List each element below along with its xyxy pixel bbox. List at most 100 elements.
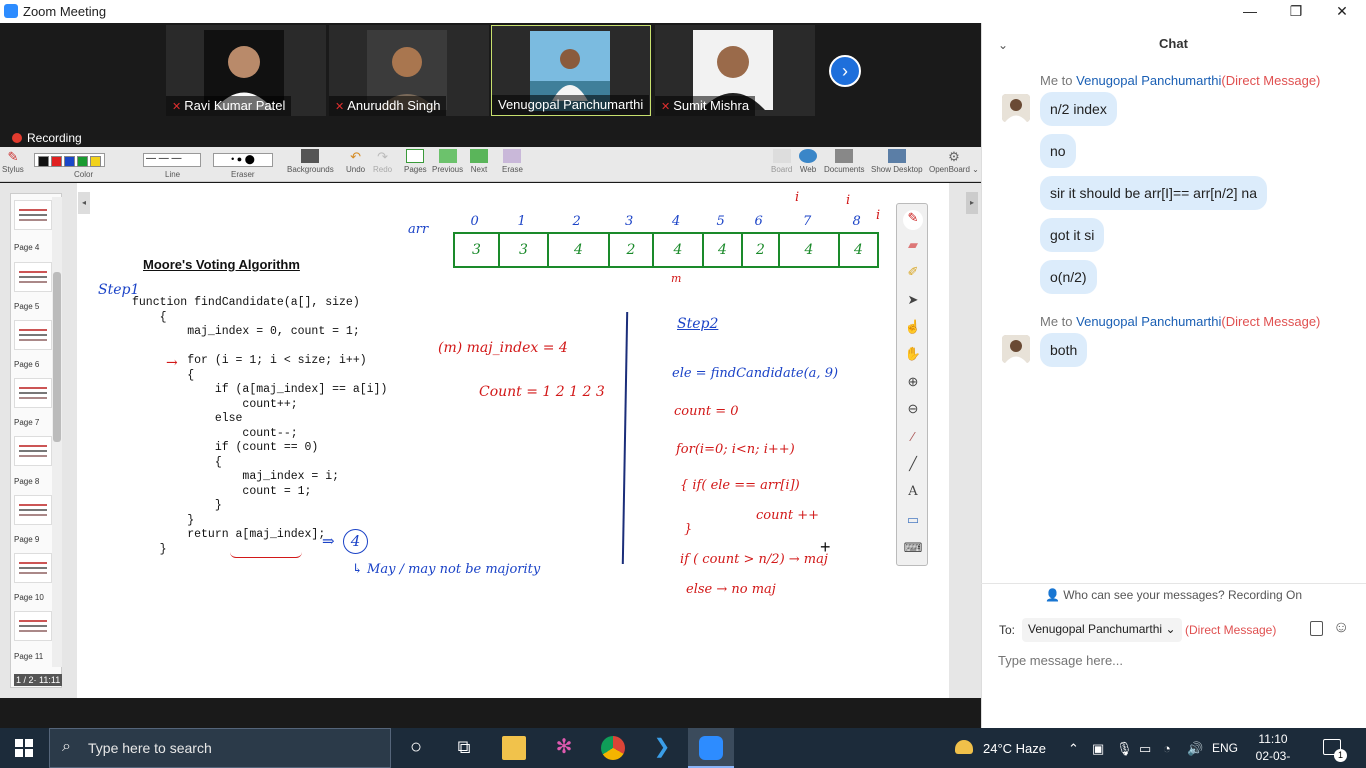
weather-text[interactable]: 24°C Haze <box>983 741 1046 756</box>
chat-message[interactable]: n/2 index <box>1040 92 1117 126</box>
clock[interactable]: 11:1002-03-2022 <box>1243 731 1303 768</box>
collapse-tools-handle[interactable]: ▸ <box>966 192 978 214</box>
page-thumbnail[interactable] <box>14 378 52 408</box>
wifi-icon[interactable]: ◔ <box>1163 741 1171 756</box>
page-thumbnail[interactable] <box>14 320 52 350</box>
participant-tile-active[interactable]: Venugopal Panchumarthi <box>491 25 651 116</box>
chat-message[interactable]: both <box>1040 333 1088 367</box>
task-view-icon[interactable]: ⧉ <box>452 736 476 760</box>
chrome-icon[interactable] <box>601 736 625 760</box>
highlighter-tool-icon[interactable]: ✐ <box>903 264 923 284</box>
next-page-button[interactable]: Next <box>470 149 488 174</box>
chat-message[interactable]: got it si <box>1040 218 1105 252</box>
battery-icon[interactable]: ▭ <box>1139 741 1151 757</box>
pen-tool-icon[interactable]: ✎ <box>903 210 923 230</box>
web-button[interactable]: Web <box>799 149 817 174</box>
previous-page-button[interactable]: Previous <box>432 149 463 174</box>
vscode-icon[interactable]: ❯ <box>650 736 674 760</box>
close-button[interactable]: ✕ <box>1319 0 1365 23</box>
color-swatch-black[interactable] <box>38 156 49 167</box>
color-swatch-yellow[interactable] <box>90 156 101 167</box>
hand-tool-icon[interactable]: ✋ <box>903 346 923 366</box>
pages-button[interactable]: Pages <box>404 149 427 174</box>
who-can-see-link[interactable]: 👤 Who can see your messages? Recording O… <box>981 583 1366 605</box>
volume-icon[interactable]: 🔊 <box>1187 741 1203 757</box>
capture-tool-icon[interactable]: ▭ <box>903 512 923 532</box>
chat-message-input[interactable] <box>998 650 1338 670</box>
page-thumbnail[interactable] <box>14 200 52 230</box>
webcam-icon[interactable]: ▣ <box>1092 741 1104 757</box>
zoom-taskbar-button[interactable] <box>688 728 734 768</box>
pages-scrollbar-thumb[interactable] <box>53 272 61 442</box>
chat-message[interactable]: no <box>1040 134 1076 168</box>
code-line: count = 1; <box>132 484 312 498</box>
page-label: Page 4 <box>14 243 40 252</box>
participant-tile[interactable]: ✕ Ravi Kumar Patel <box>166 25 326 116</box>
laser-pointer-icon[interactable]: ⁄ <box>903 429 923 449</box>
array-index-label: 1 <box>517 214 526 229</box>
color-palette[interactable] <box>34 153 105 167</box>
array-cell: 2 <box>741 232 780 268</box>
zoom-app-icon <box>699 736 723 760</box>
slack-icon[interactable]: ✻ <box>552 736 576 760</box>
board-button[interactable]: Board <box>771 149 792 174</box>
text-tool-icon[interactable]: A <box>903 484 923 504</box>
search-icon: ⌕ <box>62 738 71 755</box>
page-thumbnail[interactable] <box>14 553 52 583</box>
page-thumbnail[interactable] <box>14 262 52 292</box>
chat-message[interactable]: o(n/2) <box>1040 260 1097 294</box>
eraser-tool-icon[interactable]: ▰ <box>903 237 923 257</box>
minimize-button[interactable]: — <box>1227 0 1273 23</box>
recording-indicator[interactable]: Recording <box>12 131 82 145</box>
undo-button[interactable]: ↶ Undo <box>346 149 365 174</box>
maj-index-note: (m) maj_index = 4 <box>438 340 568 356</box>
stylus-tool[interactable]: ✎ Stylus <box>2 149 24 174</box>
zoom-out-icon[interactable]: ⊖ <box>903 401 923 421</box>
openboard-menu[interactable]: ⚙ OpenBoard ⌄ <box>929 149 979 174</box>
keyboard-icon[interactable]: ⌨ <box>903 540 923 560</box>
next-gallery-page-button[interactable]: › <box>829 55 861 87</box>
backgrounds-button[interactable]: Backgrounds <box>287 149 334 174</box>
taskbar-search-box[interactable]: ⌕ Type here to search <box>49 728 391 768</box>
recipient-dropdown[interactable]: Venugopal Panchumarthi ⌄ <box>1022 618 1182 642</box>
emoji-icon[interactable]: ☺ <box>1333 619 1349 637</box>
page-thumbnail[interactable] <box>14 611 52 641</box>
tray-chevron-icon[interactable]: ⌃ <box>1068 741 1079 757</box>
page-thumbnail[interactable] <box>14 495 52 525</box>
maximize-button[interactable]: ❐ <box>1273 0 1319 23</box>
file-explorer-icon[interactable] <box>502 736 526 760</box>
cortana-icon[interactable]: ○ <box>404 736 428 760</box>
recipient-link[interactable]: Venugopal Panchumarthi <box>1076 73 1221 88</box>
line-width-options[interactable]: — — — <box>143 153 201 167</box>
eraser-size-options[interactable]: • ● ⬤ <box>213 153 273 167</box>
previous-icon <box>438 149 457 163</box>
color-swatch-blue[interactable] <box>64 156 75 167</box>
line-label: Line <box>165 170 181 179</box>
language-indicator[interactable]: ENG <box>1212 741 1238 755</box>
color-swatch-green[interactable] <box>77 156 88 167</box>
arrow-icon: → <box>166 355 178 371</box>
erase-button[interactable]: Erase <box>502 149 523 174</box>
zoom-in-icon[interactable]: ⊕ <box>903 374 923 394</box>
chat-message[interactable]: sir it should be arr[I]== arr[n/2] na <box>1040 176 1267 210</box>
file-icon[interactable] <box>1310 621 1323 636</box>
windows-start-icon[interactable] <box>15 739 33 757</box>
show-desktop-button[interactable]: Show Desktop <box>871 149 923 174</box>
recipient-link[interactable]: Venugopal Panchumarthi <box>1076 314 1221 329</box>
participant-tile[interactable]: ✕ Sumit Mishra <box>655 25 815 116</box>
select-tool-icon[interactable]: ➤ <box>903 292 923 312</box>
step2-line: } <box>684 522 693 537</box>
collapse-pages-handle[interactable]: ◂ <box>78 192 90 214</box>
line-tool-icon[interactable]: ╱ <box>903 456 923 476</box>
page-thumbnail[interactable] <box>14 436 52 466</box>
interact-tool-icon[interactable]: ☝ <box>903 319 923 339</box>
participant-name: Venugopal Panchumarthi <box>492 95 650 115</box>
next-icon <box>470 149 488 163</box>
arrow-icon: ⇒ <box>322 532 335 550</box>
color-swatch-red[interactable] <box>51 156 62 167</box>
participant-tile[interactable]: ✕ Anuruddh Singh <box>329 25 489 116</box>
documents-button[interactable]: Documents <box>824 149 864 174</box>
microphone-icon[interactable]: 🎙 <box>1116 741 1133 757</box>
redo-button[interactable]: ↷ Redo <box>373 149 392 174</box>
